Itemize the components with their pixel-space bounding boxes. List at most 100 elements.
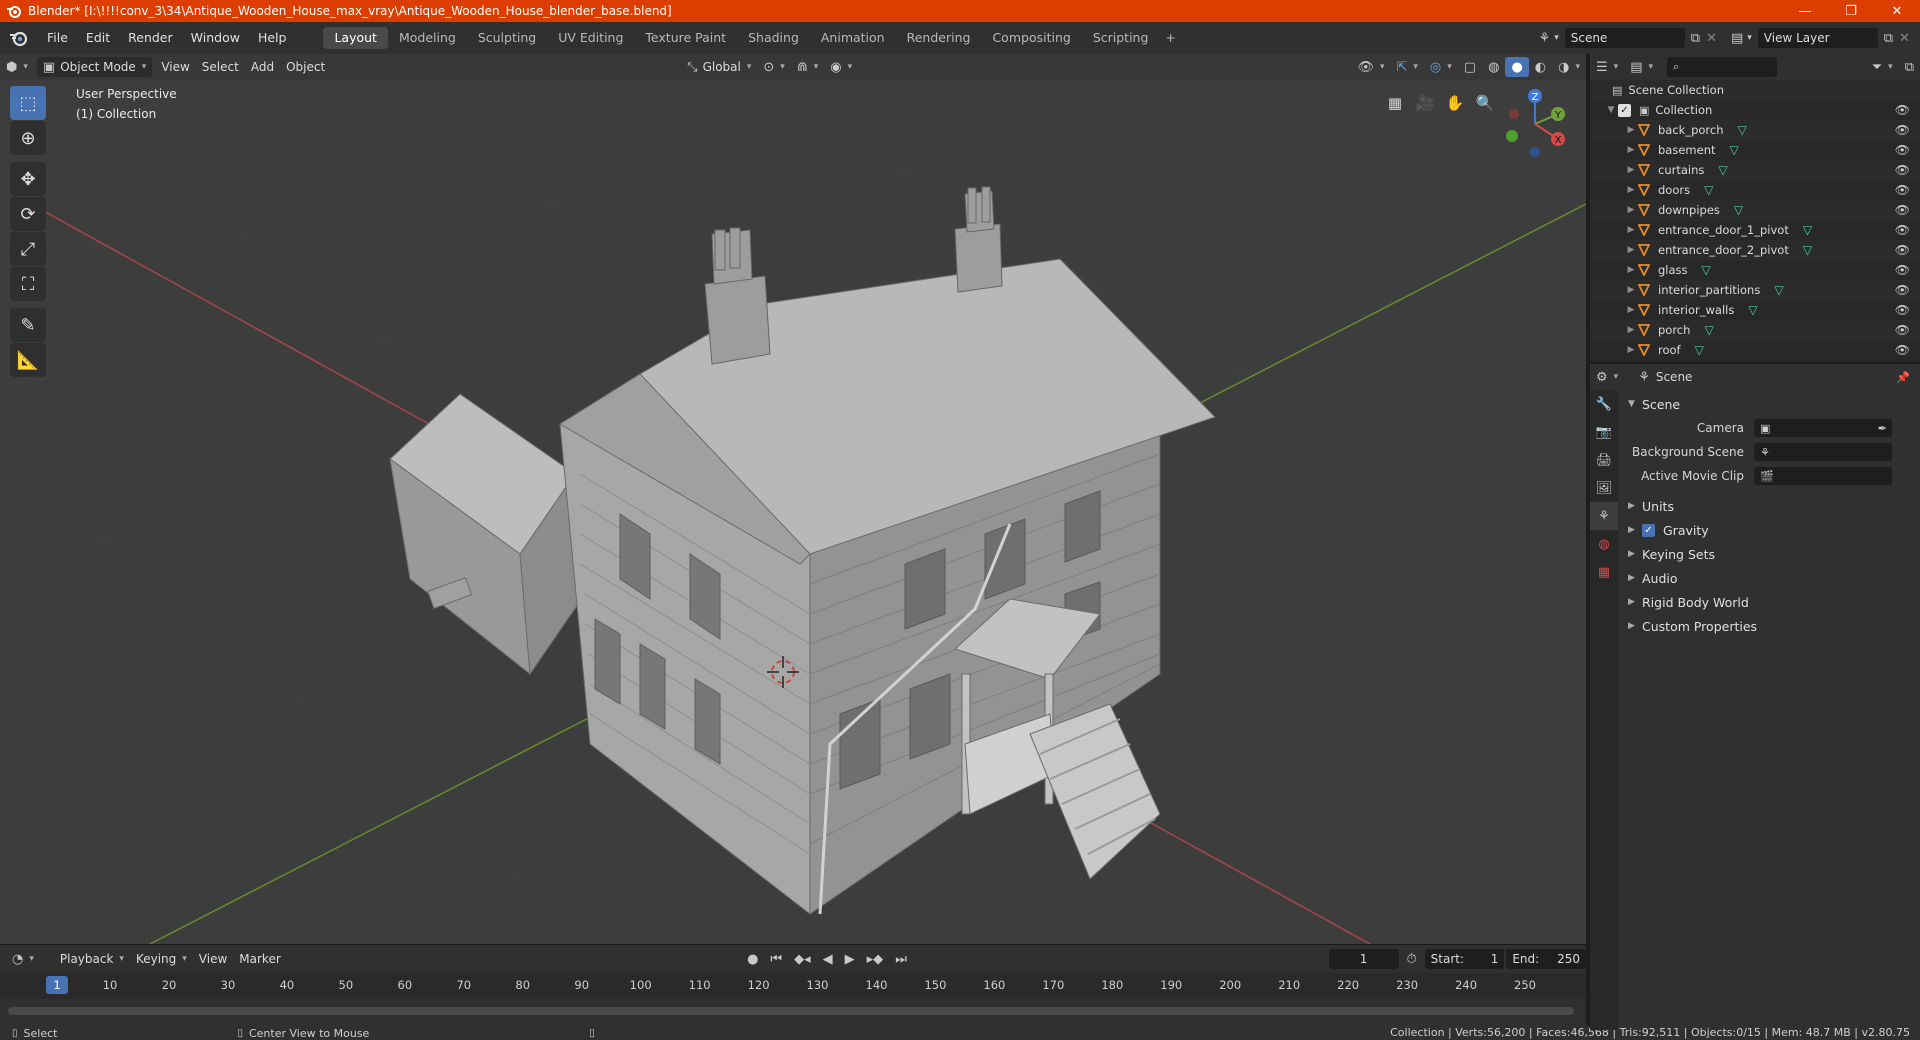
menu-add[interactable]: Add: [245, 57, 280, 77]
zoom-icon[interactable]: 🔍: [1470, 88, 1500, 118]
editor-type-button[interactable]: ⬢: [0, 57, 34, 77]
expand-arrow-icon[interactable]: ▶: [1624, 165, 1638, 175]
close-button[interactable]: ✕: [1874, 0, 1920, 22]
expand-arrow-icon[interactable]: ▶: [1624, 225, 1638, 235]
units-panel-header[interactable]: ▶ Units: [1622, 494, 1918, 518]
snap-toggle[interactable]: ⋒: [791, 57, 824, 77]
output-tab[interactable]: 🖨: [1590, 446, 1618, 474]
outliner-object-row[interactable]: ▶ curtains ▽ 👁: [1590, 160, 1920, 180]
rigid-body-world-panel-header[interactable]: ▶ Rigid Body World: [1622, 590, 1918, 614]
play-button[interactable]: ▶: [839, 949, 861, 969]
end-frame-field[interactable]: End: 250: [1506, 949, 1586, 969]
tab-layout[interactable]: Layout: [323, 27, 388, 49]
scene-collection-row[interactable]: ▤ Scene Collection: [1590, 80, 1920, 100]
transform-tool[interactable]: ⛶: [10, 267, 46, 301]
texture-tab[interactable]: ▦: [1590, 558, 1618, 586]
eyedropper-icon[interactable]: ✒: [1878, 422, 1887, 435]
move-tool[interactable]: ✥: [10, 162, 46, 196]
visibility-eye-icon[interactable]: 👁: [1895, 183, 1910, 197]
outliner-object-row[interactable]: ▶ basement ▽ 👁: [1590, 140, 1920, 160]
cursor-tool[interactable]: ⊕: [10, 121, 46, 155]
mesh-data-icon[interactable]: ▽: [1718, 163, 1727, 177]
render-tab[interactable]: 📷: [1590, 418, 1618, 446]
menu-playback[interactable]: Playback: [54, 949, 130, 969]
mesh-data-icon[interactable]: ▽: [1734, 203, 1743, 217]
new-view-layer-icon[interactable]: ⧉: [1884, 31, 1893, 46]
minimize-button[interactable]: —: [1782, 0, 1828, 22]
background-scene-field[interactable]: ⚘: [1754, 443, 1892, 461]
new-scene-icon[interactable]: ⧉: [1691, 31, 1700, 46]
menu-select[interactable]: Select: [196, 57, 245, 77]
rotate-tool[interactable]: ⟳: [10, 197, 46, 231]
prev-keyframe-button[interactable]: ◆◂: [788, 949, 817, 969]
expand-arrow-icon[interactable]: ▶: [1624, 265, 1638, 275]
new-collection-button[interactable]: ⧉: [1899, 57, 1920, 77]
mesh-data-icon[interactable]: ▽: [1730, 143, 1739, 157]
camera-view-icon[interactable]: 🎥: [1410, 88, 1440, 118]
mesh-data-icon[interactable]: ▽: [1774, 283, 1783, 297]
outliner-editor-type-button[interactable]: ☰: [1590, 57, 1624, 77]
tab-animation[interactable]: Animation: [810, 27, 896, 49]
expand-arrow-icon[interactable]: ▶: [1624, 185, 1638, 195]
start-frame-field[interactable]: Start: 1: [1424, 949, 1505, 969]
tab-compositing[interactable]: Compositing: [981, 27, 1081, 49]
visibility-eye-icon[interactable]: 👁: [1895, 143, 1910, 157]
menu-edit[interactable]: Edit: [77, 26, 119, 50]
mode-selector[interactable]: ▣ Object Mode: [36, 57, 153, 77]
solid-shading-button[interactable]: ●: [1505, 57, 1529, 77]
annotate-tool[interactable]: ✎: [10, 308, 46, 342]
pin-icon[interactable]: 📌: [1896, 371, 1910, 384]
delete-scene-icon[interactable]: ✕: [1706, 31, 1717, 46]
restore-button[interactable]: ❐: [1828, 0, 1874, 22]
play-reverse-button[interactable]: ◀: [817, 949, 839, 969]
timeline-scrollbar[interactable]: [8, 1007, 1574, 1015]
expand-arrow-icon[interactable]: ▶: [1624, 125, 1638, 135]
tab-uv-editing[interactable]: UV Editing: [547, 27, 634, 49]
rendered-shading-button[interactable]: ◑: [1552, 57, 1586, 77]
tab-rendering[interactable]: Rendering: [896, 27, 982, 49]
gizmo-toggle[interactable]: ⇱: [1390, 57, 1423, 77]
visibility-eye-icon[interactable]: 👁: [1895, 303, 1910, 317]
visibility-eye-icon[interactable]: 👁: [1895, 203, 1910, 217]
outliner-object-row[interactable]: ▶ porch ▽ 👁: [1590, 320, 1920, 340]
visibility-eye-icon[interactable]: 👁: [1895, 243, 1910, 257]
camera-field[interactable]: ▣ ✒: [1754, 419, 1892, 437]
filter-button[interactable]: ⏷: [1866, 57, 1899, 77]
outliner-object-row[interactable]: ▶ entrance_door_2_pivot ▽ 👁: [1590, 240, 1920, 260]
pan-hand-icon[interactable]: ✋: [1440, 88, 1470, 118]
expand-arrow-icon[interactable]: ▶: [1624, 145, 1638, 155]
blender-menu-icon[interactable]: [8, 27, 30, 49]
navigation-gizmo[interactable]: Z Y X: [1500, 84, 1570, 164]
visibility-eye-icon[interactable]: 👁: [1895, 323, 1910, 337]
display-mode-button[interactable]: ▤: [1624, 57, 1659, 77]
mesh-data-icon[interactable]: ▽: [1738, 123, 1747, 137]
wireframe-shading-button[interactable]: ◍: [1482, 57, 1505, 77]
expand-arrow-icon[interactable]: ▶: [1624, 205, 1638, 215]
visibility-eye-icon[interactable]: 👁: [1895, 263, 1910, 277]
expand-arrow-icon[interactable]: ▶: [1624, 325, 1638, 335]
menu-keying[interactable]: Keying: [130, 949, 193, 969]
material-shading-button[interactable]: ◐: [1529, 57, 1552, 77]
visibility-selector[interactable]: 👁: [1351, 57, 1390, 77]
tab-texture-paint[interactable]: Texture Paint: [634, 27, 737, 49]
timeline-ruler[interactable]: 1 10 20 30 40 50 60 70 80 90 100 110 120 130 140 150 160…: [0, 973, 1586, 999]
visibility-eye-icon[interactable]: 👁: [1895, 343, 1910, 357]
view-layer-selector[interactable]: View Layer: [1757, 28, 1878, 48]
expand-arrow-icon[interactable]: ▶: [1624, 245, 1638, 255]
collapse-arrow-icon[interactable]: ▼: [1604, 105, 1618, 115]
world-tab[interactable]: ◍: [1590, 530, 1618, 558]
mesh-data-icon[interactable]: ▽: [1803, 223, 1812, 237]
scale-tool[interactable]: ⤢: [10, 232, 46, 266]
select-box-tool[interactable]: ⬚: [10, 86, 46, 120]
scene-panel-header[interactable]: ▼ Scene: [1622, 392, 1918, 416]
tool-tab[interactable]: 🔧: [1590, 390, 1618, 418]
record-button[interactable]: ●: [741, 949, 764, 969]
gravity-checkbox[interactable]: ✓: [1642, 523, 1655, 537]
mesh-data-icon[interactable]: ▽: [1702, 263, 1711, 277]
menu-object[interactable]: Object: [280, 57, 331, 77]
next-keyframe-button[interactable]: ▸◆: [861, 949, 890, 969]
pivot-point-selector[interactable]: ⊙: [757, 57, 790, 77]
menu-render[interactable]: Render: [119, 26, 182, 50]
scene-icon[interactable]: ⚘: [1539, 31, 1551, 46]
mesh-data-icon[interactable]: ▽: [1803, 243, 1812, 257]
